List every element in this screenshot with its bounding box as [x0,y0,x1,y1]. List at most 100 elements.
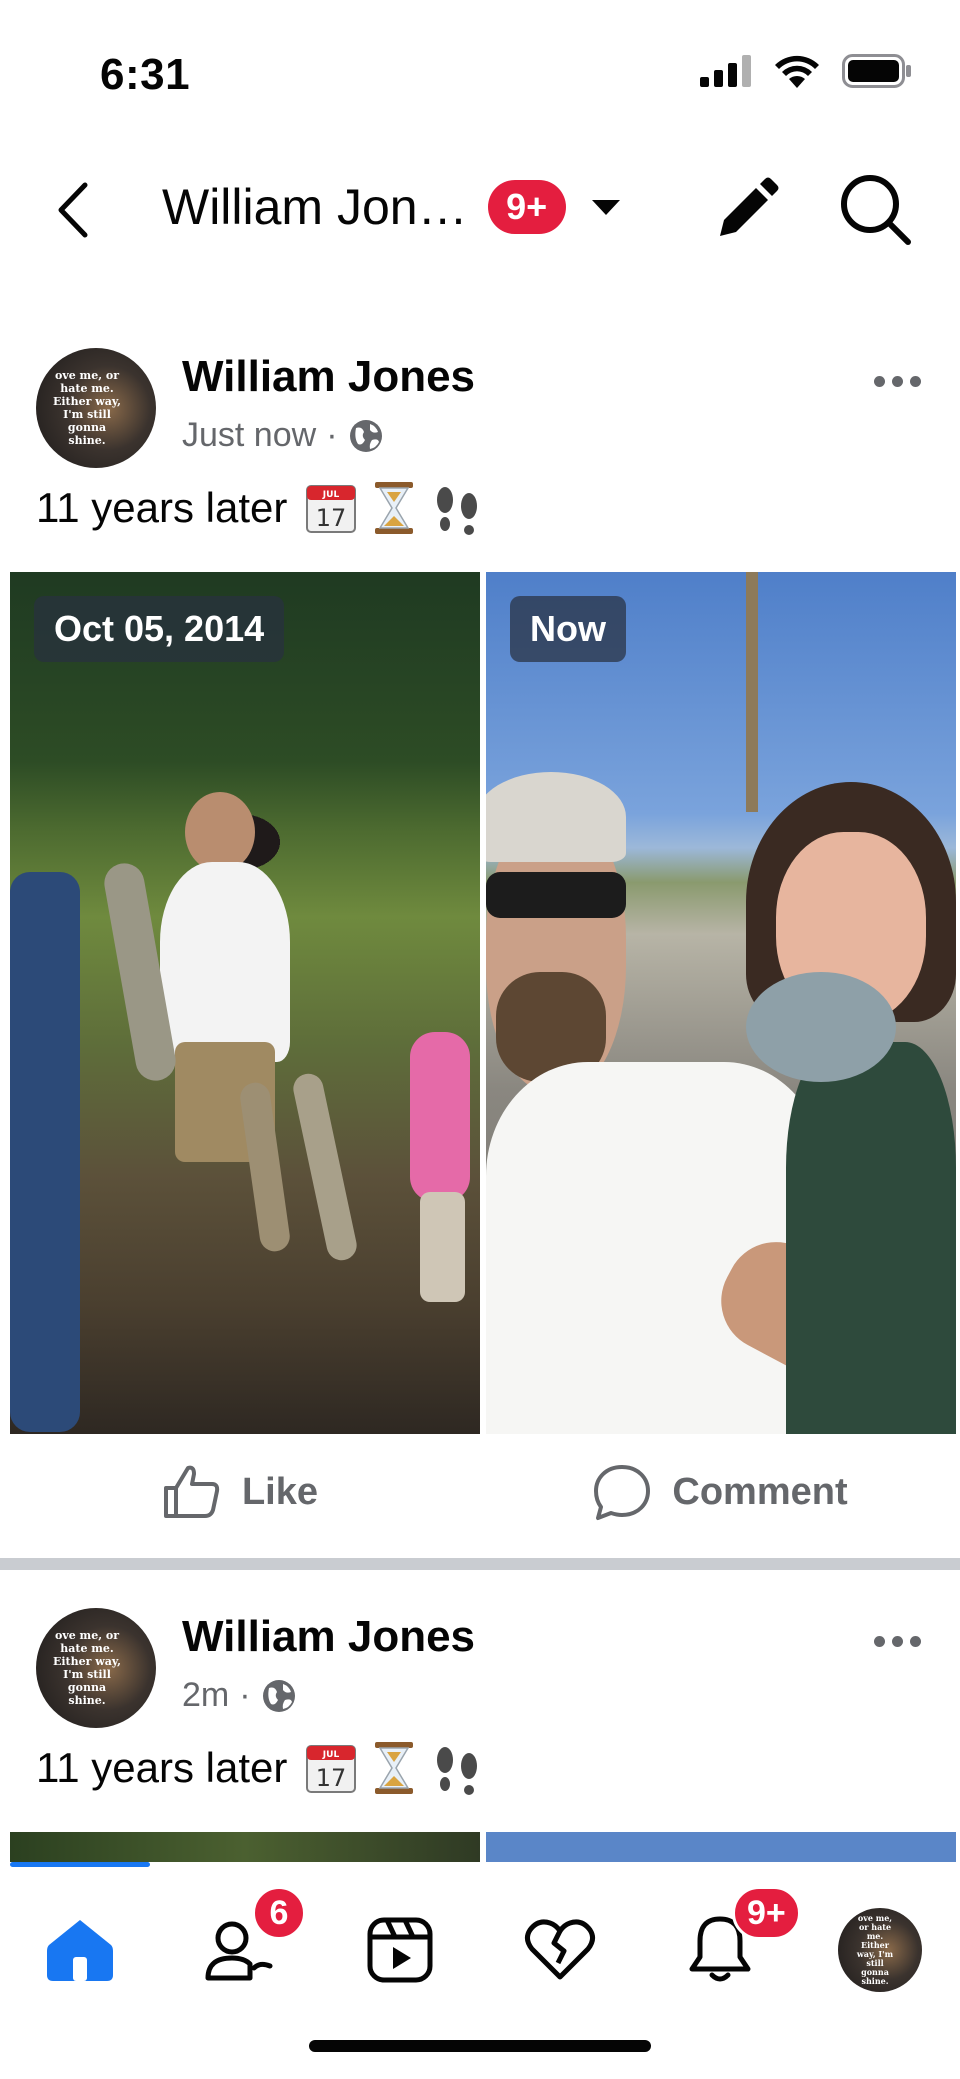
photo-figure [10,872,80,1432]
more-dot-icon [874,376,885,387]
photo-date-badge: Now [510,596,626,662]
photo-figure [238,1080,292,1254]
notification-badge: 9+ [487,180,566,234]
feed-post: ove me, or hate me. Either way, I'm stil… [0,1590,960,1865]
photo-then[interactable]: Oct 05, 2014 [10,572,480,1434]
post-author[interactable]: William Jones [182,352,475,402]
top-header: William Jon… 9+ [0,150,960,270]
post-options-button[interactable] [866,368,929,395]
photo-figure [486,872,626,918]
status-icons [700,54,912,88]
more-dot-icon [874,1636,885,1647]
photo-comparison: Oct 05, 2014 Now [10,572,956,1434]
photo-figure [746,572,758,812]
svg-text:JUL: JUL [322,1750,340,1760]
more-dot-icon [910,376,921,387]
post-timestamp: Just now [182,416,317,454]
post-emojis: JUL 17 [303,1740,485,1796]
post-author[interactable]: William Jones [182,1612,475,1662]
photo-then[interactable] [10,1832,480,1865]
meta-separator: · [326,416,338,454]
page-title: William Jon… [162,179,468,235]
home-icon [47,1920,113,1981]
heart-icon [524,1919,596,1980]
post-text: 11 years later JUL 17 [36,1740,485,1796]
feed-progress-indicator [10,1862,150,1867]
comment-button[interactable]: Comment [480,1434,960,1550]
battery-icon [842,54,911,88]
post-actions: Like Comment [0,1434,960,1550]
footprints-emoji-icon [437,1747,478,1795]
photo-figure [410,1032,470,1202]
post-meta: 2m · [182,1676,297,1715]
svg-text:17: 17 [316,1764,347,1792]
home-indicator[interactable] [309,2040,651,2052]
nav-home[interactable] [0,1890,160,2010]
globe-icon [262,1679,295,1712]
search-icon [841,175,911,245]
photo-date-badge: Oct 05, 2014 [34,596,285,662]
profile-switcher[interactable]: William Jon… 9+ [162,178,620,236]
hourglass-emoji-icon [375,482,414,534]
post-caption: 11 years later [36,484,288,531]
post-meta: Just now · [182,416,384,455]
like-button[interactable]: Like [0,1434,480,1550]
more-dot-icon [892,1636,903,1647]
avatar[interactable]: ove me, or hate me. Either way, I'm stil… [36,1608,156,1728]
post-timestamp: 2m [182,1676,230,1714]
feed-post: ove me, or hate me. Either way, I'm stil… [0,330,960,1565]
post-emojis: JUL 17 [303,480,485,536]
thumbs-up-icon [163,1465,220,1518]
photo-comparison [10,1832,956,1865]
search-button[interactable] [836,170,916,250]
edit-post-button[interactable] [712,176,780,244]
photo-now[interactable]: Now [486,572,956,1434]
status-bar: 6:31 [0,0,960,140]
nav-dating[interactable] [480,1890,640,2010]
photo-figure [746,972,896,1082]
nav-video[interactable] [320,1890,480,2010]
photo-figure [420,1192,465,1302]
hourglass-emoji-icon [375,1742,414,1794]
photo-figure [786,1042,956,1434]
comment-icon [594,1465,651,1520]
globe-icon [349,419,382,452]
like-label: Like [241,1470,319,1513]
notifications-badge: 9+ [732,1886,801,1940]
comment-label: Comment [672,1470,848,1513]
more-dot-icon [910,1636,921,1647]
calendar-emoji-icon: JUL 17 [306,1745,357,1793]
photo-now[interactable] [486,1832,956,1865]
video-icon [367,1917,433,1983]
photo-figure [185,792,255,872]
post-options-button[interactable] [866,1628,929,1655]
avatar-quote: ove me, or hate me. Either way, I'm stil… [856,1913,894,1986]
caret-down-icon [591,199,620,215]
bottom-nav: 6 9+ ove me, or hate me. Either way, I'm… [0,1862,960,2079]
avatar: ove me, or hate me. Either way, I'm stil… [838,1908,922,1992]
meta-separator: · [239,1676,251,1714]
more-dot-icon [892,376,903,387]
avatar[interactable]: ove me, or hate me. Either way, I'm stil… [36,348,156,468]
chevron-left-icon [58,182,88,238]
calendar-emoji-icon: JUL 17 [306,485,357,533]
pencil-icon [720,177,779,236]
svg-text:17: 17 [316,504,347,532]
nav-profile[interactable]: ove me, or hate me. Either way, I'm stil… [800,1890,960,2010]
photo-figure [160,862,290,1062]
friends-badge: 6 [252,1886,306,1940]
back-button[interactable] [40,172,104,248]
photo-figure [486,772,626,862]
avatar-quote: ove me, or hate me. Either way, I'm stil… [52,1629,122,1707]
avatar-quote: ove me, or hate me. Either way, I'm stil… [52,369,122,447]
post-text: 11 years later JUL 17 [36,480,485,536]
post-caption: 11 years later [36,1744,288,1791]
wifi-icon [775,55,819,88]
photo-figure [290,1070,360,1264]
post-divider [0,1558,960,1570]
nav-notifications[interactable]: 9+ [640,1886,801,2010]
svg-text:JUL: JUL [322,490,340,500]
cellular-signal-icon [700,55,751,87]
status-time: 6:31 [100,50,191,99]
nav-friends[interactable]: 6 [160,1886,320,2010]
